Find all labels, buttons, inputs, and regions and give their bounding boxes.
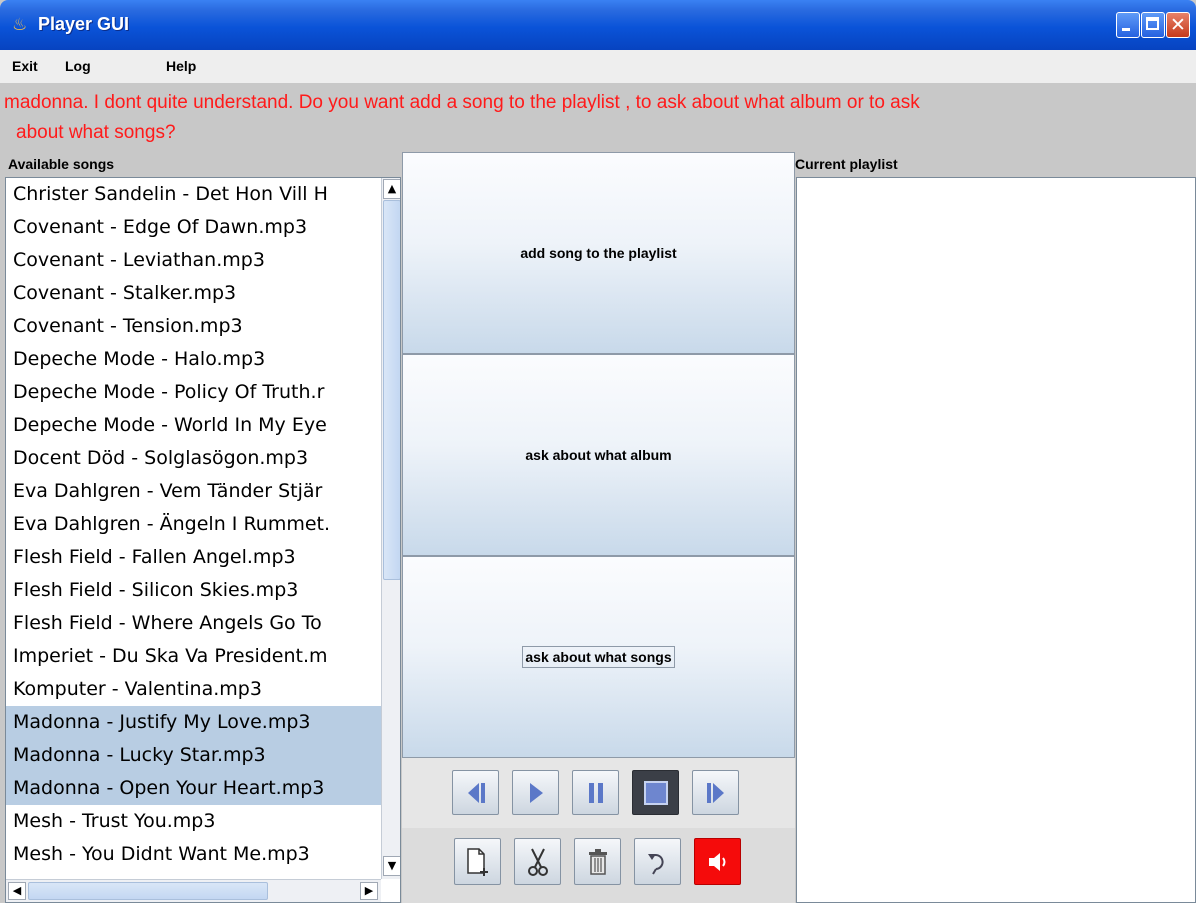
current-playlist-label: Current playlist <box>795 156 898 172</box>
song-list-item[interactable]: Eva Dahlgren - Vem Tänder Stjär <box>13 475 383 508</box>
maximize-button[interactable] <box>1141 12 1165 38</box>
close-icon: ✕ <box>1170 14 1186 36</box>
repeat-button[interactable] <box>634 838 681 885</box>
song-list-item[interactable]: Flesh Field - Silicon Skies.mp3 <box>13 574 383 607</box>
speaker-icon <box>708 852 725 871</box>
repeat-icon <box>647 853 664 875</box>
scroll-down-button[interactable]: ▼ <box>383 856 400 876</box>
song-list-item[interactable]: Eva Dahlgren - Ängeln I Rummet. <box>13 508 383 541</box>
play-button[interactable] <box>512 770 559 815</box>
play-icon <box>529 782 543 803</box>
song-list-item[interactable]: Mesh - You Didnt Want Me.mp3 <box>13 838 383 871</box>
previous-icon <box>467 782 485 803</box>
minimize-icon <box>1122 28 1130 31</box>
song-list-item[interactable]: Covenant - Tension.mp3 <box>13 310 383 343</box>
song-list-item[interactable]: Docent Död - Solglasögon.mp3 <box>13 442 383 475</box>
song-list-item[interactable]: Depeche Mode - Halo.mp3 <box>13 343 383 376</box>
window-title: Player GUI <box>38 14 130 34</box>
trash-icon <box>588 848 607 875</box>
horizontal-scroll-thumb[interactable] <box>28 882 268 900</box>
pause-button[interactable] <box>572 770 619 815</box>
scroll-up-button[interactable]: ▲ <box>383 179 400 199</box>
ask-songs-button[interactable]: ask about what songs <box>402 556 795 758</box>
ask-album-label: ask about what album <box>525 447 672 463</box>
next-icon <box>706 782 724 803</box>
message-line-2: about what songs? <box>16 122 176 143</box>
vertical-scroll-thumb[interactable] <box>383 200 400 580</box>
horizontal-scrollbar[interactable]: ◀ ▶ <box>6 879 381 902</box>
java-cup-icon: ♨ <box>12 15 28 35</box>
scroll-left-button[interactable]: ◀ <box>8 882 26 900</box>
new-file-icon <box>466 847 488 876</box>
song-list-item[interactable]: Depeche Mode - World In My Eye <box>13 409 383 442</box>
menu-exit[interactable]: Exit <box>12 58 38 74</box>
maximize-icon <box>1146 17 1159 30</box>
previous-button[interactable] <box>452 770 499 815</box>
add-song-button[interactable]: add song to the playlist <box>402 152 795 354</box>
song-list-item[interactable]: Christer Sandelin - Det Hon Vill H <box>13 178 383 211</box>
cut-button[interactable] <box>514 838 561 885</box>
scissors-icon <box>527 848 548 876</box>
available-songs-label: Available songs <box>8 156 115 172</box>
song-list-item[interactable]: Depeche Mode - Policy Of Truth.r <box>13 376 383 409</box>
menu-bar: Exit Log Help <box>0 50 1196 83</box>
song-list-item[interactable]: Covenant - Edge Of Dawn.mp3 <box>13 211 383 244</box>
scroll-right-button[interactable]: ▶ <box>360 882 378 900</box>
pause-icon <box>588 782 603 803</box>
available-songs-list[interactable]: Christer Sandelin - Det Hon Vill H Covena… <box>5 177 401 903</box>
mute-button[interactable] <box>694 838 741 885</box>
add-song-label: add song to the playlist <box>520 245 677 261</box>
delete-button[interactable] <box>574 838 621 885</box>
current-playlist-list[interactable] <box>796 177 1196 903</box>
next-button[interactable] <box>692 770 739 815</box>
close-button[interactable]: ✕ <box>1166 12 1190 38</box>
playback-controls <box>402 758 795 828</box>
center-panel: add song to the playlist ask about what … <box>402 152 795 903</box>
song-list-item[interactable]: Madonna - Justify My Love.mp3 <box>6 706 383 739</box>
new-playlist-button[interactable] <box>454 838 501 885</box>
title-bar: ♨ Player GUI ✕ <box>0 0 1196 50</box>
stop-button[interactable] <box>632 770 679 815</box>
song-list-item[interactable]: Covenant - Leviathan.mp3 <box>13 244 383 277</box>
vertical-scrollbar[interactable]: ▲ ▼ <box>381 178 400 879</box>
song-list-item[interactable]: Imperiet - Du Ska Va President.m <box>13 640 383 673</box>
system-message: madonna. I dont quite understand. Do you… <box>4 88 1196 150</box>
song-list-item[interactable]: Flesh Field - Where Angels Go To <box>13 607 383 640</box>
song-list-item[interactable]: Komputer - Valentina.mp3 <box>13 673 383 706</box>
ask-songs-label: ask about what songs <box>522 646 675 668</box>
message-line-1: madonna. I dont quite understand. Do you… <box>4 92 920 113</box>
stop-icon <box>643 780 668 805</box>
menu-help[interactable]: Help <box>166 58 196 74</box>
song-list-item[interactable]: Covenant - Stalker.mp3 <box>13 277 383 310</box>
ask-album-button[interactable]: ask about what album <box>402 354 795 556</box>
edit-controls <box>402 828 795 903</box>
song-list-item[interactable]: Mesh - Trust You.mp3 <box>13 805 383 838</box>
song-list-item[interactable]: Madonna - Lucky Star.mp3 <box>6 739 383 772</box>
menu-log[interactable]: Log <box>65 58 91 74</box>
minimize-button[interactable] <box>1116 12 1140 38</box>
player-window: ♨ Player GUI ✕ Exit Log Help madonna. I … <box>0 0 1196 903</box>
song-list-item[interactable]: Madonna - Open Your Heart.mp3 <box>6 772 383 805</box>
song-list-item[interactable]: Flesh Field - Fallen Angel.mp3 <box>13 541 383 574</box>
